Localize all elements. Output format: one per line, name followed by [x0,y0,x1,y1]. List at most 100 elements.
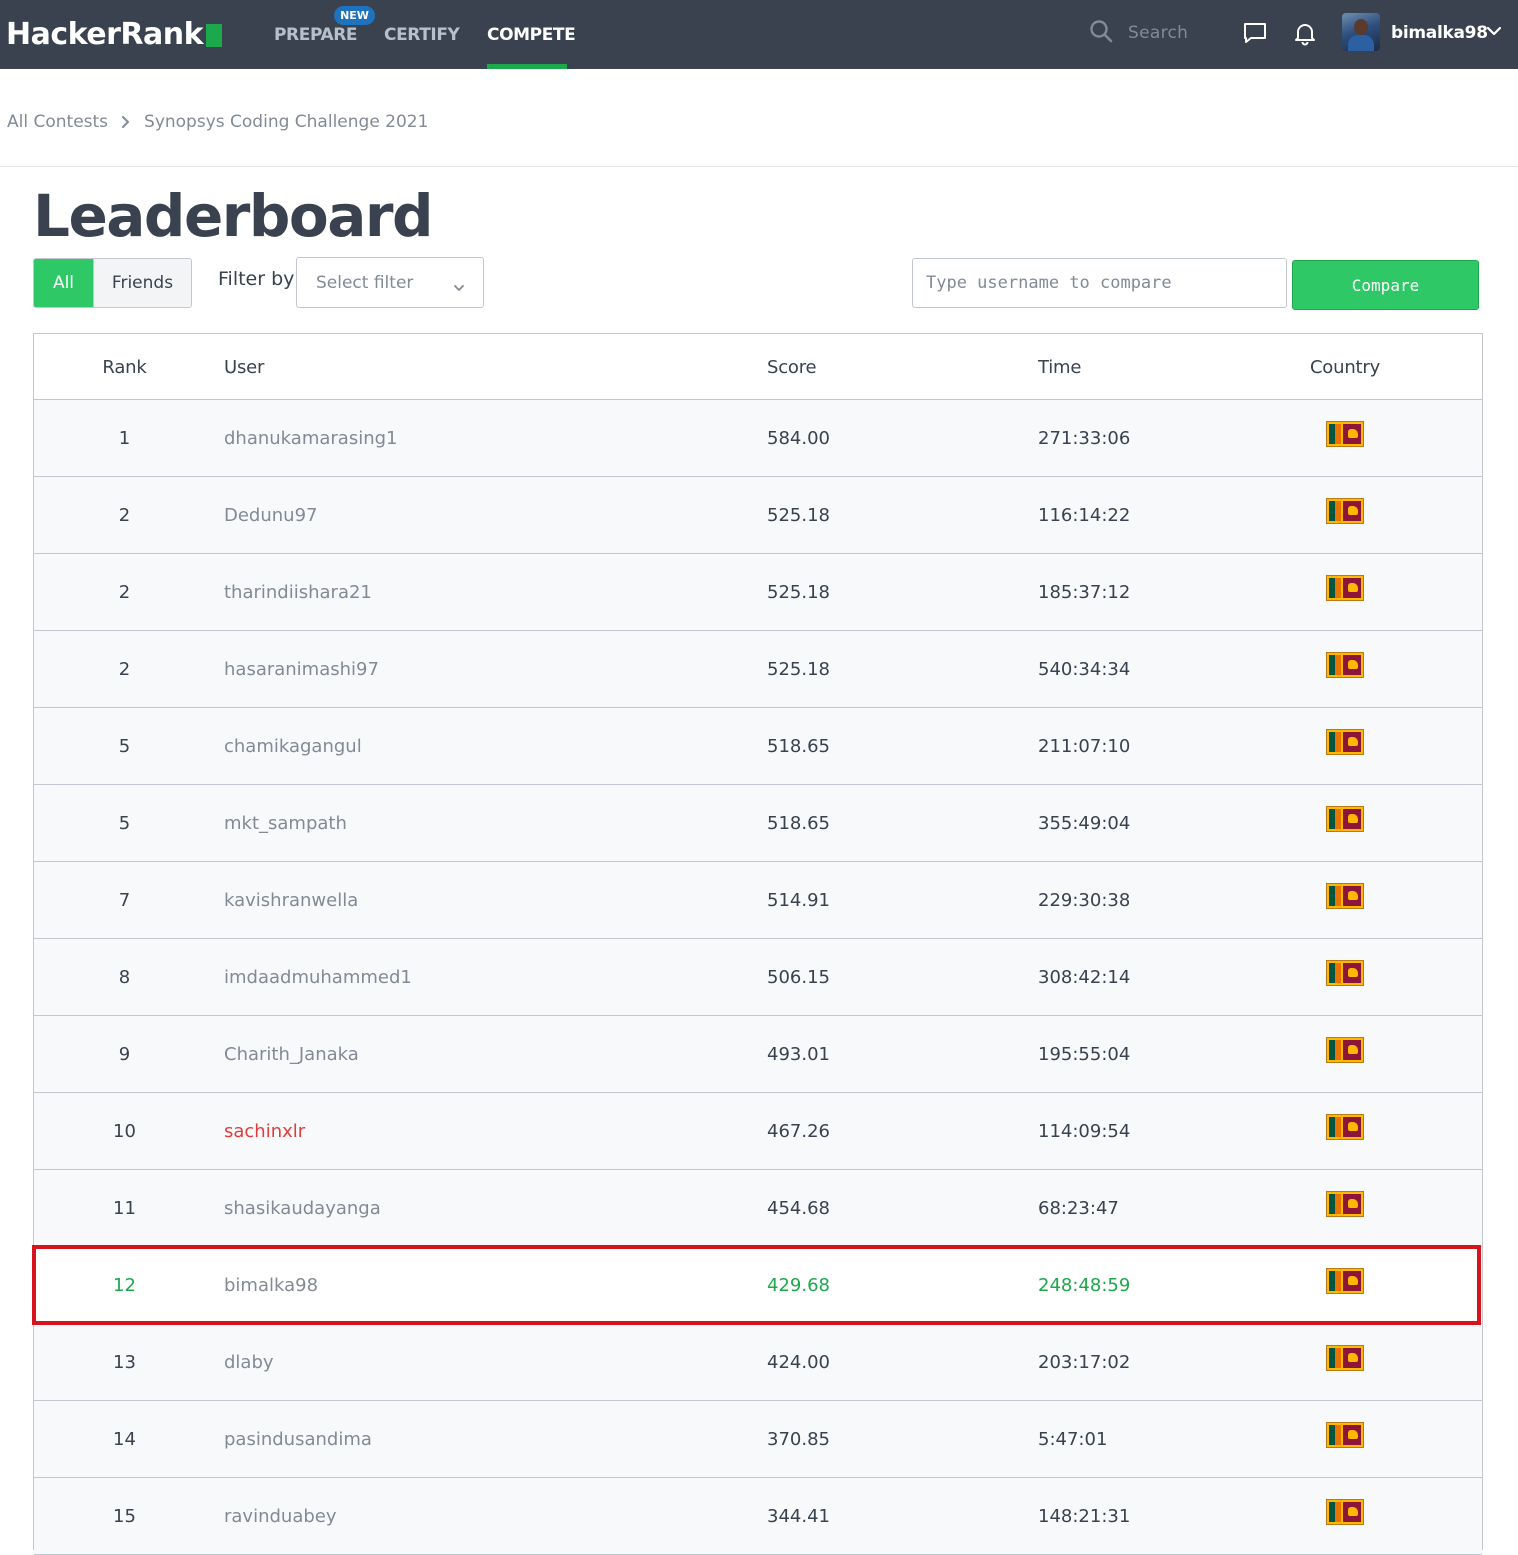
user-link[interactable]: tharindiishara21 [224,554,372,630]
active-nav-underline [487,64,567,69]
user-link[interactable]: Charith_Janaka [224,1016,359,1092]
score-cell: 506.15 [767,966,830,988]
filter-select[interactable]: Select filter [296,257,484,308]
score-cell: 525.18 [767,581,830,603]
country-cell [1245,1093,1445,1161]
logo-text: HackerRank [6,16,204,52]
compare-username-input[interactable] [912,258,1287,308]
toggle-all-button[interactable]: All [34,259,93,307]
search-box[interactable]: Search [1088,18,1188,48]
flag-orange-stripe [1335,655,1341,675]
score-cell: 429.68 [767,1274,830,1296]
sri-lanka-flag-icon [1326,960,1364,986]
user-link[interactable]: hasaranimashi97 [224,631,379,707]
time-cell: 540:34:34 [1038,658,1131,680]
breadcrumb-all-contests[interactable]: All Contests [7,112,108,132]
country-cell [1245,1401,1445,1469]
sri-lanka-flag-icon [1326,729,1364,755]
user-link[interactable]: dhanukamarasing1 [224,400,397,476]
time-cell: 211:07:10 [1038,735,1131,757]
flag-lion-emblem [1348,968,1358,977]
score-cell: 344.41 [767,1505,830,1527]
table-row: 14 pasindusandima 370.85 5:47:01 [34,1401,1482,1478]
sri-lanka-flag-icon [1326,1345,1364,1371]
user-link[interactable]: sachinxlr [224,1093,305,1169]
user-avatar[interactable] [1342,13,1380,51]
user-link[interactable]: shasikaudayanga [224,1170,381,1246]
table-row: 7 kavishranwella 514.91 229:30:38 [34,862,1482,939]
score-cell: 518.65 [767,735,830,757]
sri-lanka-flag-icon [1326,1191,1364,1217]
time-cell: 185:37:12 [1038,581,1131,603]
sri-lanka-flag-icon [1326,498,1364,524]
flag-lion-emblem [1348,506,1358,515]
user-link[interactable]: pasindusandima [224,1401,372,1477]
flag-orange-stripe [1335,501,1341,521]
filter-label: Filter by [218,268,295,290]
column-header-score: Score [767,356,817,378]
hackerrank-logo[interactable]: HackerRank [6,14,223,54]
rank-cell: 1 [118,427,131,449]
chevron-down-icon[interactable] [1485,22,1503,44]
country-cell [1245,477,1445,545]
user-link[interactable]: mkt_sampath [224,785,347,861]
rank-cell: 2 [118,504,131,526]
rank-cell: 15 [113,1505,136,1527]
sri-lanka-flag-icon [1326,1114,1364,1140]
header-divider [0,166,1518,167]
column-header-time: Time [1038,356,1082,378]
breadcrumb-contest[interactable]: Synopsys Coding Challenge 2021 [144,112,428,132]
column-header-country: Country [1309,356,1381,378]
table-row: 1 dhanukamarasing1 584.00 271:33:06 [34,400,1482,477]
time-cell: 203:17:02 [1038,1351,1131,1373]
user-link[interactable]: bimalka98 [224,1247,318,1323]
table-row: 13 dlaby 424.00 203:17:02 [34,1324,1482,1401]
flag-maroon-field [1343,886,1361,906]
flag-maroon-field [1343,1040,1361,1060]
toggle-friends-button[interactable]: Friends [93,259,191,307]
notifications-bell-icon[interactable] [1290,18,1320,48]
flag-maroon-field [1343,1117,1361,1137]
username-menu[interactable]: bimalka98 [1391,18,1488,48]
table-row: 9 Charith_Janaka 493.01 195:55:04 [34,1016,1482,1093]
flag-orange-stripe [1335,809,1341,829]
rank-cell: 13 [113,1351,136,1373]
rank-cell: 5 [118,735,131,757]
user-link[interactable]: imdaadmuhammed1 [224,939,412,1015]
time-cell: 195:55:04 [1038,1043,1131,1065]
rank-cell: 2 [118,658,131,680]
flag-maroon-field [1343,1194,1361,1214]
compare-button[interactable]: Compare [1292,260,1479,310]
country-cell [1245,1247,1445,1315]
flag-lion-emblem [1348,1122,1358,1131]
user-link[interactable]: kavishranwella [224,862,358,938]
top-navigation-bar: HackerRank PREPARE NEW CERTIFY COMPETE S… [0,0,1518,69]
flag-orange-stripe [1335,1502,1341,1522]
messages-icon[interactable] [1240,18,1270,48]
nav-certify[interactable]: CERTIFY [384,0,460,69]
flag-orange-stripe [1335,886,1341,906]
user-link[interactable]: dlaby [224,1324,274,1400]
user-link[interactable]: Dedunu97 [224,477,318,553]
rank-cell: 8 [118,966,131,988]
user-link[interactable]: ravinduabey [224,1478,337,1554]
flag-maroon-field [1343,732,1361,752]
flag-lion-emblem [1348,1507,1358,1516]
nav-compete[interactable]: COMPETE [487,0,576,69]
flag-orange-stripe [1335,1271,1341,1291]
flag-orange-stripe [1335,1348,1341,1368]
flag-maroon-field [1343,963,1361,983]
filter-select-placeholder: Select filter [316,272,414,293]
country-cell [1245,1478,1445,1546]
flag-orange-stripe [1335,963,1341,983]
flag-maroon-field [1343,1425,1361,1445]
table-row: 5 mkt_sampath 518.65 355:49:04 [34,785,1482,862]
time-cell: 229:30:38 [1038,889,1131,911]
score-cell: 584.00 [767,427,830,449]
score-cell: 467.26 [767,1120,830,1142]
user-link[interactable]: chamikagangul [224,708,362,784]
table-body: 1 dhanukamarasing1 584.00 271:33:06 2 Dedunu9… [34,400,1482,1555]
sri-lanka-flag-icon [1326,652,1364,678]
chevron-down-icon [453,278,465,298]
sri-lanka-flag-icon [1326,1037,1364,1063]
